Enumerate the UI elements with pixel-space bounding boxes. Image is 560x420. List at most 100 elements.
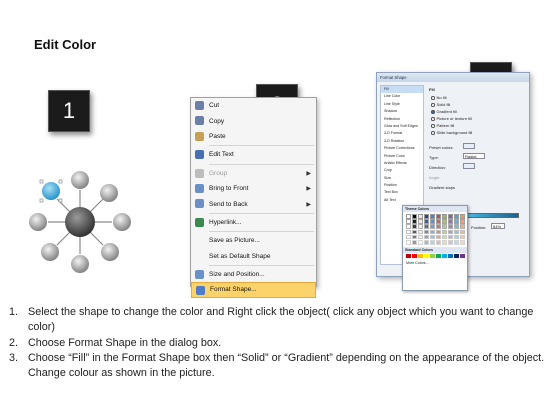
sidebar-item-13[interactable]: Position: [381, 182, 423, 189]
sidebar-item-11[interactable]: Crop: [381, 167, 423, 174]
theme-color-swatch[interactable]: [411, 219, 418, 224]
fill-option-5[interactable]: Slide background fill: [431, 130, 472, 135]
standard-color-swatch[interactable]: [459, 253, 466, 259]
sidebar-item-8[interactable]: Picture Corrections: [381, 145, 423, 152]
menu-item-11[interactable]: Format Shape...: [191, 282, 316, 298]
theme-color-swatch[interactable]: [435, 229, 442, 235]
sidebar-item-0[interactable]: Fill: [381, 86, 423, 94]
direction-button[interactable]: [463, 163, 475, 169]
fill-option-2[interactable]: Gradient fill: [431, 109, 457, 114]
theme-color-swatch[interactable]: [423, 229, 430, 235]
theme-color-swatch[interactable]: [423, 239, 430, 245]
menu-item-4[interactable]: Group ▶: [191, 166, 316, 181]
theme-color-swatch[interactable]: [453, 224, 460, 229]
theme-color-swatch[interactable]: [417, 224, 424, 229]
theme-color-swatch[interactable]: [411, 229, 418, 235]
menu-item-1[interactable]: Copy: [191, 113, 316, 128]
standard-color-swatch[interactable]: [429, 253, 436, 259]
standard-color-swatch[interactable]: [453, 253, 460, 259]
theme-color-swatch[interactable]: [423, 234, 430, 240]
theme-color-swatch[interactable]: [453, 219, 460, 224]
center-shape[interactable]: [65, 207, 95, 237]
theme-color-swatch[interactable]: [429, 239, 436, 245]
theme-color-swatch[interactable]: [429, 234, 436, 240]
theme-color-swatch[interactable]: [441, 234, 448, 240]
theme-color-swatch[interactable]: [459, 229, 466, 235]
menu-item-6[interactable]: Send to Back ▶: [191, 196, 316, 211]
theme-color-swatch[interactable]: [435, 214, 442, 219]
theme-color-swatch[interactable]: [435, 224, 442, 229]
theme-color-swatch[interactable]: [453, 239, 460, 245]
sidebar-item-5[interactable]: Glow and Soft Edges: [381, 123, 423, 130]
standard-color-swatch[interactable]: [411, 253, 418, 259]
sidebar-item-7[interactable]: 3-D Rotation: [381, 138, 423, 145]
shape-bottom-right[interactable]: [101, 243, 119, 261]
theme-color-swatch[interactable]: [406, 234, 412, 240]
theme-color-swatch[interactable]: [429, 214, 436, 219]
theme-color-swatch[interactable]: [417, 234, 424, 240]
shape-bottom[interactable]: [71, 255, 89, 273]
theme-color-swatch[interactable]: [406, 219, 412, 224]
theme-color-swatch[interactable]: [441, 229, 448, 235]
theme-color-swatch[interactable]: [406, 214, 412, 219]
theme-color-swatch[interactable]: [406, 239, 412, 245]
fill-option-3[interactable]: Picture or texture fill: [431, 116, 472, 121]
shape-bottom-left[interactable]: [41, 243, 59, 261]
menu-item-7[interactable]: Hyperlink...: [191, 215, 316, 230]
shape-selected-blue[interactable]: [42, 182, 60, 200]
sidebar-item-10[interactable]: Artistic Effects: [381, 160, 423, 167]
theme-color-swatch[interactable]: [459, 219, 466, 224]
standard-color-swatch[interactable]: [435, 253, 442, 259]
theme-color-swatch[interactable]: [411, 239, 418, 245]
theme-color-swatch[interactable]: [435, 234, 442, 240]
theme-color-swatch[interactable]: [429, 224, 436, 229]
theme-color-swatch[interactable]: [459, 234, 466, 240]
theme-color-swatch[interactable]: [459, 214, 466, 219]
theme-color-swatch[interactable]: [423, 219, 430, 224]
theme-color-swatch[interactable]: [417, 229, 424, 235]
theme-color-swatch[interactable]: [429, 229, 436, 235]
sidebar-item-6[interactable]: 3-D Format: [381, 130, 423, 137]
theme-color-swatch[interactable]: [459, 224, 466, 229]
sidebar-item-9[interactable]: Picture Color: [381, 153, 423, 160]
standard-color-swatch[interactable]: [447, 253, 454, 259]
menu-item-3[interactable]: Edit Text: [191, 147, 316, 162]
theme-color-swatch[interactable]: [411, 214, 418, 219]
theme-color-swatch[interactable]: [411, 234, 418, 240]
sidebar-item-15[interactable]: Alt Text: [381, 197, 423, 204]
standard-color-swatch[interactable]: [423, 253, 430, 259]
theme-color-swatch[interactable]: [417, 219, 424, 224]
theme-color-swatch[interactable]: [453, 229, 460, 235]
theme-color-swatch[interactable]: [447, 229, 454, 235]
theme-color-swatch[interactable]: [441, 239, 448, 245]
type-select[interactable]: Radial: [463, 153, 485, 159]
menu-item-8[interactable]: Save as Picture...: [191, 233, 316, 248]
theme-color-swatch[interactable]: [441, 214, 448, 219]
theme-color-swatch[interactable]: [435, 239, 442, 245]
shape-top[interactable]: [71, 171, 89, 189]
theme-color-swatch[interactable]: [406, 224, 412, 229]
shape-left[interactable]: [29, 213, 47, 231]
theme-color-swatch[interactable]: [417, 239, 424, 245]
preset-colors-button[interactable]: [463, 143, 475, 149]
theme-color-swatch[interactable]: [441, 224, 448, 229]
theme-color-swatch[interactable]: [435, 219, 442, 224]
standard-color-swatch[interactable]: [417, 253, 424, 259]
position-input[interactable]: 84%: [491, 223, 505, 229]
shape-right[interactable]: [113, 213, 131, 231]
sidebar-item-14[interactable]: Text Box: [381, 189, 423, 196]
theme-color-swatch[interactable]: [459, 239, 466, 245]
fill-option-1[interactable]: Solid fill: [431, 102, 450, 107]
sidebar-item-1[interactable]: Line Color: [381, 93, 423, 100]
theme-color-swatch[interactable]: [429, 219, 436, 224]
theme-color-swatch[interactable]: [411, 224, 418, 229]
sidebar-item-3[interactable]: Shadow: [381, 108, 423, 115]
theme-color-swatch[interactable]: [453, 214, 460, 219]
theme-color-swatch[interactable]: [423, 224, 430, 229]
theme-color-swatch[interactable]: [447, 214, 454, 219]
menu-item-0[interactable]: Cut: [191, 98, 316, 113]
shape-top-right[interactable]: [100, 184, 118, 202]
menu-item-10[interactable]: Size and Position...: [191, 267, 316, 282]
fill-option-0[interactable]: No fill: [431, 95, 447, 100]
fill-option-4[interactable]: Pattern fill: [431, 123, 454, 128]
